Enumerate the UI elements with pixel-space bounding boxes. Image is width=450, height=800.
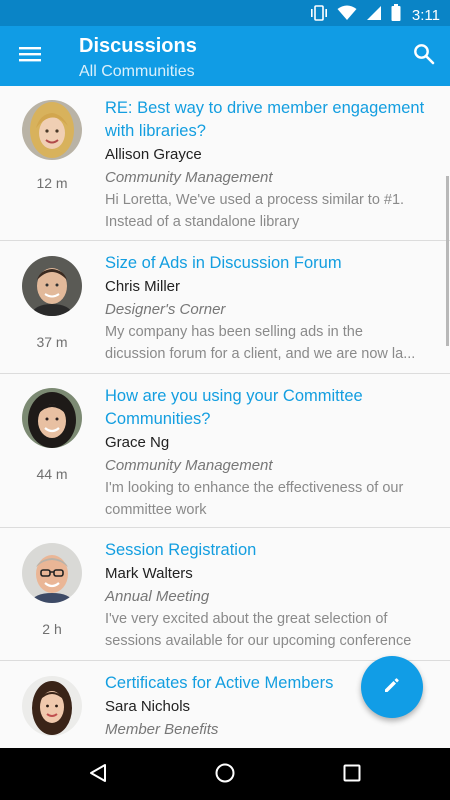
snippet-line: Hi Loretta, We've used a process similar… bbox=[105, 192, 405, 208]
avatar bbox=[22, 388, 82, 448]
navigation-bar bbox=[0, 748, 450, 800]
snippet-line: committee work bbox=[105, 502, 207, 518]
discussion-content: How are you using your Committee Communi… bbox=[105, 385, 432, 521]
discussion-content: Session Registration Mark Walters Annual… bbox=[105, 539, 432, 652]
vibrate-icon bbox=[310, 4, 328, 26]
page-title: Discussions bbox=[79, 35, 197, 57]
snippet-line: I'm looking to enhance the effectiveness… bbox=[105, 480, 404, 496]
post-time: 37 m bbox=[36, 334, 68, 350]
snippet-line: I've very excited about the great select… bbox=[105, 611, 388, 627]
status-time: 3:11 bbox=[411, 6, 440, 24]
avatar bbox=[22, 100, 82, 160]
status-bar: 3:11 bbox=[0, 0, 450, 26]
community-name: Annual Meeting bbox=[105, 588, 210, 605]
discussion-title[interactable]: RE: Best way to drive member engagement … bbox=[105, 97, 432, 143]
author-name: Allison Grayce bbox=[105, 146, 202, 163]
pencil-icon bbox=[382, 675, 402, 700]
author-name: Mark Walters bbox=[105, 565, 193, 582]
list-item[interactable]: 2 h Session Registration Mark Walters An… bbox=[0, 528, 450, 661]
compose-button[interactable] bbox=[361, 656, 423, 718]
search-button[interactable] bbox=[410, 42, 438, 70]
post-time: 12 m bbox=[36, 175, 68, 191]
recent-apps-icon[interactable] bbox=[341, 762, 363, 789]
list-item[interactable]: 44 m How are you using your Committee Co… bbox=[0, 374, 450, 528]
discussion-content: Size of Ads in Discussion Forum Chris Mi… bbox=[105, 252, 432, 365]
cellular-signal-icon bbox=[366, 5, 382, 26]
discussion-title[interactable]: Size of Ads in Discussion Forum bbox=[105, 252, 432, 275]
avatar bbox=[22, 543, 82, 603]
snippet-line: sessions available for our upcoming conf… bbox=[105, 633, 412, 649]
snippet-line: Instead of a standalone library bbox=[105, 214, 300, 230]
app-bar: Discussions All Communities bbox=[0, 26, 450, 86]
discussion-list[interactable]: 12 m RE: Best way to drive member engage… bbox=[0, 86, 450, 748]
post-time: 44 m bbox=[36, 466, 68, 482]
back-icon[interactable] bbox=[87, 762, 109, 789]
community-name: Community Management bbox=[105, 457, 273, 474]
community-name: Community Management bbox=[105, 169, 273, 186]
list-item[interactable]: 37 m Size of Ads in Discussion Forum Chr… bbox=[0, 241, 450, 374]
post-time: 2 h bbox=[42, 621, 62, 637]
community-name: Member Benefits bbox=[105, 721, 219, 738]
avatar bbox=[22, 256, 82, 316]
discussion-title[interactable]: How are you using your Committee Communi… bbox=[105, 385, 432, 431]
snippet-line: dicussion forum for a client, and we are… bbox=[105, 346, 416, 362]
home-icon[interactable] bbox=[214, 762, 236, 789]
author-name: Grace Ng bbox=[105, 434, 170, 451]
author-name: Chris Miller bbox=[105, 278, 180, 295]
status-icons: 3:11 bbox=[310, 4, 440, 26]
scrollbar[interactable] bbox=[446, 176, 449, 346]
battery-icon bbox=[391, 4, 401, 26]
discussion-title[interactable]: Session Registration bbox=[105, 539, 432, 562]
list-item[interactable]: 12 m RE: Best way to drive member engage… bbox=[0, 86, 450, 241]
community-name: Designer's Corner bbox=[105, 301, 226, 318]
wifi-icon bbox=[337, 5, 357, 26]
discussion-content: RE: Best way to drive member engagement … bbox=[105, 97, 432, 233]
community-filter[interactable]: All Communities bbox=[79, 63, 195, 81]
hamburger-menu-icon bbox=[19, 46, 41, 67]
avatar bbox=[22, 676, 82, 736]
search-icon bbox=[413, 43, 435, 70]
menu-button[interactable] bbox=[14, 42, 46, 70]
snippet-line: My company has been selling ads in the bbox=[105, 324, 363, 340]
